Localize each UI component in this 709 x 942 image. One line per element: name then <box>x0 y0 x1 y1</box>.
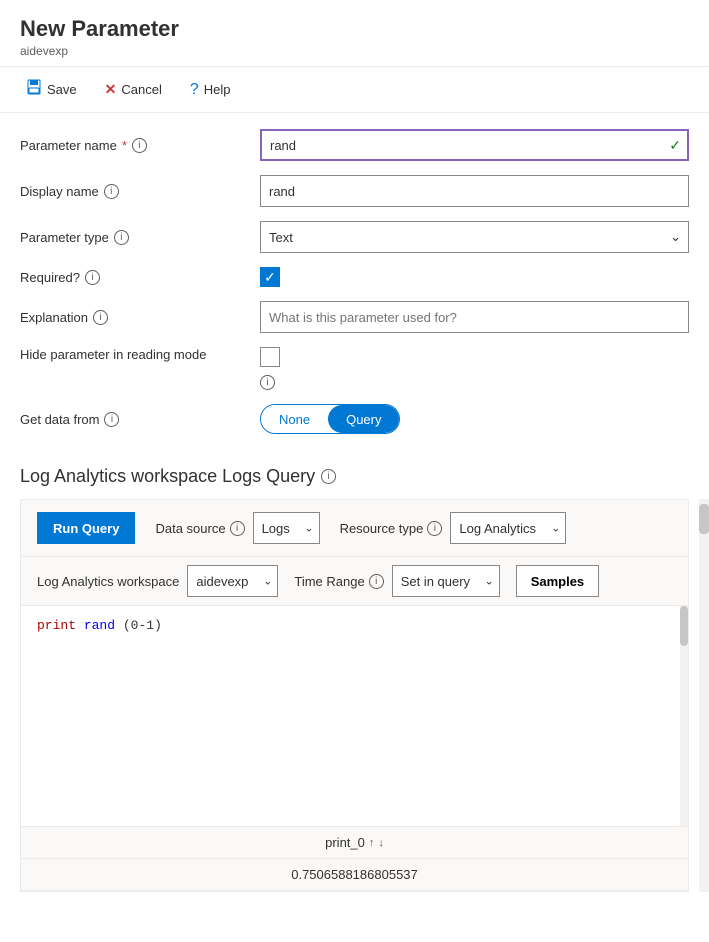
required-info-icon[interactable]: i <box>85 270 100 285</box>
required-star: * <box>122 138 127 153</box>
param-name-input[interactable] <box>260 129 689 161</box>
results-area: print_0 ↑ ↓ 0.7506588186805537 <box>21 826 688 891</box>
code-editor[interactable]: print rand (0-1) <box>21 606 688 826</box>
hide-param-checkbox[interactable] <box>260 347 280 367</box>
param-name-row: Parameter name * i ✓ <box>20 129 689 161</box>
save-button[interactable]: Save <box>20 75 83 104</box>
workspace-dropdown[interactable]: aidevexp <box>187 565 278 597</box>
workspace-row: Log Analytics workspace aidevexp ⌄ Time … <box>21 557 688 606</box>
data-source-dropdown[interactable]: Logs <box>253 512 320 544</box>
display-name-input-wrapper <box>260 175 689 207</box>
param-type-dropdown-wrapper: Text ⌄ <box>260 221 689 253</box>
data-source-info-icon[interactable]: i <box>230 521 245 536</box>
hide-param-row: Hide parameter in reading mode i <box>20 347 689 390</box>
code-args: (0-1) <box>123 618 162 633</box>
param-type-row: Parameter type i Text ⌄ <box>20 221 689 253</box>
resource-type-dropdown-wrapper: Log Analytics ⌄ <box>450 512 566 544</box>
param-name-input-wrapper: ✓ <box>260 129 689 161</box>
explanation-info-icon[interactable]: i <box>93 310 108 325</box>
data-source-group: Data source i Logs ⌄ <box>155 512 319 544</box>
save-icon <box>26 79 42 100</box>
cancel-icon: ✕ <box>105 81 117 98</box>
timerange-group: Time Range i Set in query ⌄ <box>294 565 499 597</box>
section-title: Log Analytics workspace Logs Query i <box>0 458 709 499</box>
page-subtitle: aidevexp <box>20 44 689 58</box>
display-name-info-icon[interactable]: i <box>104 184 119 199</box>
workspace-label: Log Analytics workspace <box>37 574 179 589</box>
explanation-row: Explanation i <box>20 301 689 333</box>
query-container: Run Query Data source i Logs ⌄ Resource … <box>0 499 709 892</box>
required-label: Required? i <box>20 270 260 285</box>
editor-scrollbar-thumb[interactable] <box>680 606 688 646</box>
param-name-label: Parameter name * i <box>20 138 260 153</box>
param-type-dropdown[interactable]: Text <box>260 221 689 253</box>
toolbar: Save ✕ Cancel ? Help <box>0 67 709 113</box>
explanation-input[interactable] <box>260 301 689 333</box>
results-column-header: print_0 ↑ ↓ <box>21 827 688 859</box>
run-query-button[interactable]: Run Query <box>37 512 135 544</box>
timerange-dropdown-wrapper: Set in query ⌄ <box>392 565 500 597</box>
form-area: Parameter name * i ✓ Display name i Para… <box>0 113 709 458</box>
outer-scrollbar-thumb[interactable] <box>699 504 709 534</box>
query-area: Run Query Data source i Logs ⌄ Resource … <box>20 499 689 892</box>
resource-type-info-icon[interactable]: i <box>427 521 442 536</box>
hide-param-controls: i <box>260 347 280 390</box>
resource-type-dropdown[interactable]: Log Analytics <box>450 512 566 544</box>
help-button[interactable]: ? Help <box>184 77 237 103</box>
help-icon: ? <box>190 81 199 99</box>
section-info-icon[interactable]: i <box>321 469 336 484</box>
editor-scrollbar[interactable] <box>680 606 688 826</box>
required-row: Required? i ✓ <box>20 267 689 287</box>
cancel-button[interactable]: ✕ Cancel <box>99 77 168 102</box>
hide-param-info-wrapper: i <box>260 375 280 390</box>
get-data-toggle-group: None Query <box>260 404 400 434</box>
query-header: Run Query Data source i Logs ⌄ Resource … <box>21 500 688 557</box>
get-data-info-icon[interactable]: i <box>104 412 119 427</box>
page-header: New Parameter aidevexp <box>0 0 709 67</box>
toggle-none[interactable]: None <box>261 405 328 433</box>
checkmark-icon: ✓ <box>264 269 276 286</box>
sort-down-icon[interactable]: ↓ <box>378 837 384 849</box>
hide-param-info-icon[interactable]: i <box>260 375 275 390</box>
workspace-dropdown-wrapper: aidevexp ⌄ <box>187 565 278 597</box>
resource-type-group: Resource type i Log Analytics ⌄ <box>340 512 567 544</box>
sort-up-icon[interactable]: ↑ <box>369 837 375 849</box>
cancel-label: Cancel <box>121 82 161 97</box>
required-checkbox[interactable]: ✓ <box>260 267 280 287</box>
data-source-dropdown-wrapper: Logs ⌄ <box>253 512 320 544</box>
hide-param-label-wrapper: Hide parameter in reading mode <box>20 347 260 362</box>
timerange-dropdown[interactable]: Set in query <box>392 565 500 597</box>
param-type-label: Parameter type i <box>20 230 260 245</box>
save-label: Save <box>47 82 77 97</box>
results-value-row: 0.7506588186805537 <box>21 859 688 891</box>
valid-checkmark: ✓ <box>669 137 681 154</box>
outer-scrollbar[interactable] <box>699 499 709 892</box>
samples-button[interactable]: Samples <box>516 565 599 597</box>
timerange-info-icon[interactable]: i <box>369 574 384 589</box>
timerange-label: Time Range i <box>294 574 383 589</box>
param-type-info-icon[interactable]: i <box>114 230 129 245</box>
display-name-label: Display name i <box>20 184 260 199</box>
explanation-label: Explanation i <box>20 310 260 325</box>
display-name-row: Display name i <box>20 175 689 207</box>
get-data-row: Get data from i None Query <box>20 404 689 434</box>
workspace-group: Log Analytics workspace aidevexp ⌄ <box>37 565 278 597</box>
data-source-label: Data source i <box>155 521 244 536</box>
page-title: New Parameter <box>20 16 689 42</box>
explanation-input-wrapper <box>260 301 689 333</box>
get-data-label: Get data from i <box>20 412 260 427</box>
help-label: Help <box>204 82 231 97</box>
param-name-info-icon[interactable]: i <box>132 138 147 153</box>
resource-type-label: Resource type i <box>340 521 443 536</box>
code-print-keyword: print <box>37 618 76 633</box>
display-name-input[interactable] <box>260 175 689 207</box>
code-function: rand <box>84 618 115 633</box>
toggle-query[interactable]: Query <box>328 405 399 433</box>
